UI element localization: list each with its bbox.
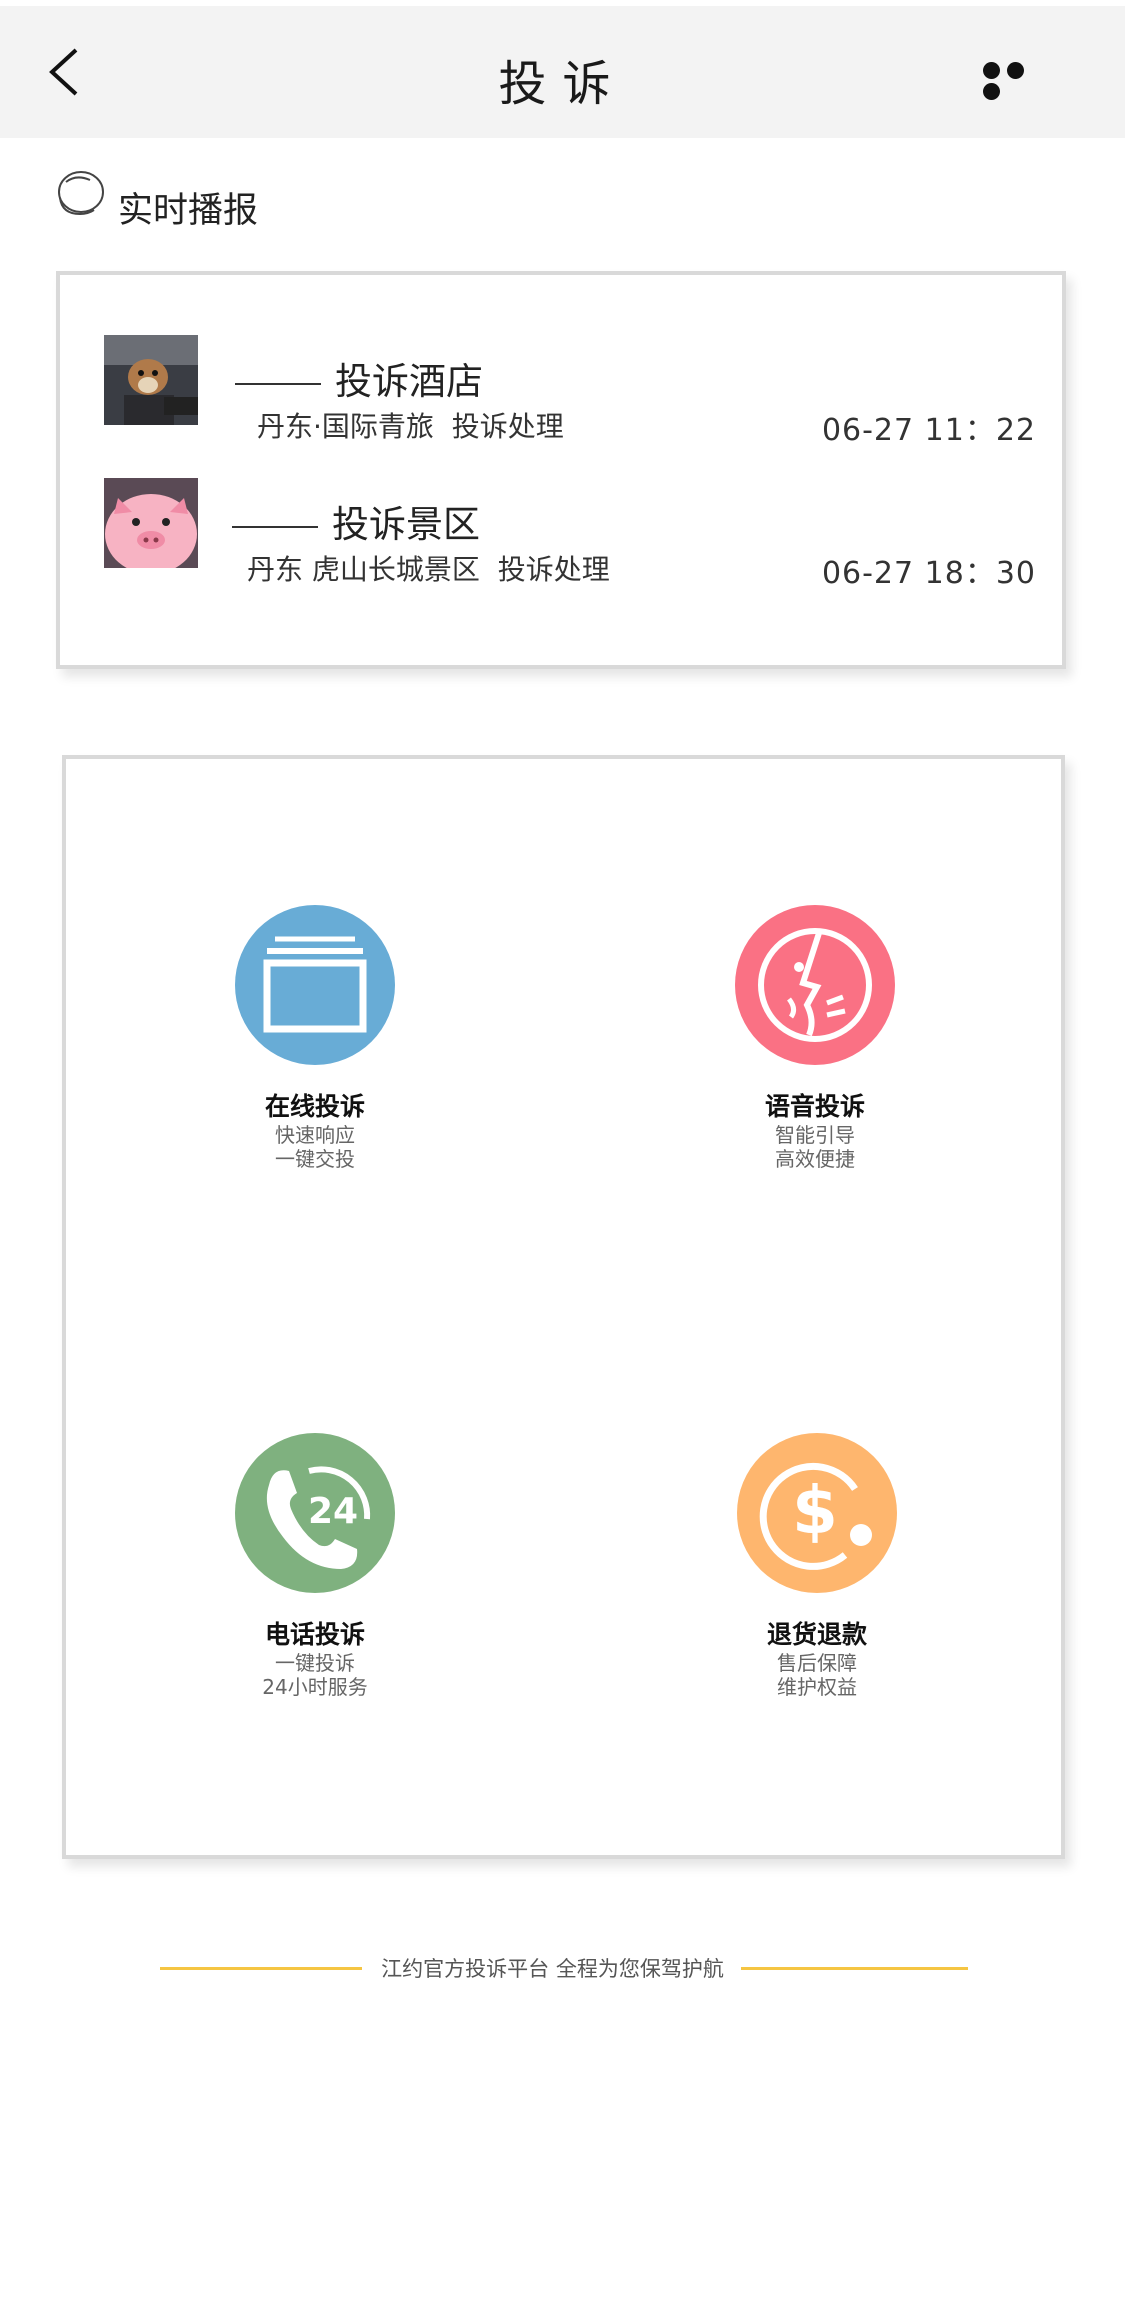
service-desc-line1: 一键投诉 [275,1651,355,1675]
broadcast-title: 投诉酒店 [235,351,483,405]
service-desc-line2: 24小时服务 [262,1675,368,1699]
service-desc-line2: 高效便捷 [775,1147,855,1171]
online-complaint-button[interactable]: 在线投诉 快速响应 一键交投 [195,905,435,1171]
broadcast-item[interactable]: 投诉景区 丹东 虎山长城景区 投诉处理 06-27 18：30 [60,478,1062,591]
service-label: 退货退款 [766,1620,867,1649]
voice-complaint-button[interactable]: 语音投诉 智能引导 高效便捷 [695,905,935,1171]
service-desc-line2: 维护权益 [777,1675,857,1699]
dollar-symbol: $ [792,1472,838,1549]
broadcast-card: 投诉酒店 丹东·国际青旅 投诉处理 06-27 11：22 投诉景区 丹东 虎山… [56,271,1066,669]
broadcast-location: 丹东·国际青旅 投诉处理 [257,410,564,443]
refund-button[interactable]: $ 退货退款 售后保障 维护权益 [697,1433,937,1699]
service-desc-line1: 快速响应 [275,1123,355,1147]
chat-bubble-icon [58,171,104,216]
broadcast-time: 06-27 18：30 [821,556,1036,591]
service-desc-line2: 一键交投 [275,1147,355,1171]
page-title: 投诉 [498,56,627,112]
broadcast-location: 丹东 虎山长城景区 投诉处理 [247,553,610,586]
live-broadcast-title: 实时播报 [118,191,259,231]
avatar [104,335,198,425]
broadcast-title: 投诉景区 [232,494,480,548]
phone-24-badge: 24 [308,1491,358,1532]
service-desc-line1: 售后保障 [777,1651,857,1675]
more-options-icon[interactable] [983,62,1053,100]
phone-24-icon: 24 [235,1433,395,1593]
service-desc-line1: 智能引导 [775,1123,855,1147]
footer-divider-right [741,1967,968,1970]
footer-slogan: 江约官方投诉平台 全程为您保驾护航 [0,1953,1125,1983]
avatar [104,478,198,568]
broadcast-item[interactable]: 投诉酒店 丹东·国际青旅 投诉处理 06-27 11：22 [60,335,1062,448]
service-label: 语音投诉 [764,1092,865,1121]
service-label: 在线投诉 [264,1092,365,1121]
face-voice-icon [735,905,895,1065]
phone-complaint-button[interactable]: 24 电话投诉 一键投诉 24小时服务 [195,1433,435,1699]
broadcast-time: 06-27 11：22 [821,413,1036,448]
dollar-refund-icon: $ [737,1433,897,1593]
window-icon [235,905,395,1065]
complaint-services-card: 在线投诉 快速响应 一键交投 语音投诉 智能引导 高效便捷 24 电话投诉 一键… [62,755,1065,1859]
service-label: 电话投诉 [264,1620,365,1649]
navigation-bar: 投诉 [0,6,1125,138]
